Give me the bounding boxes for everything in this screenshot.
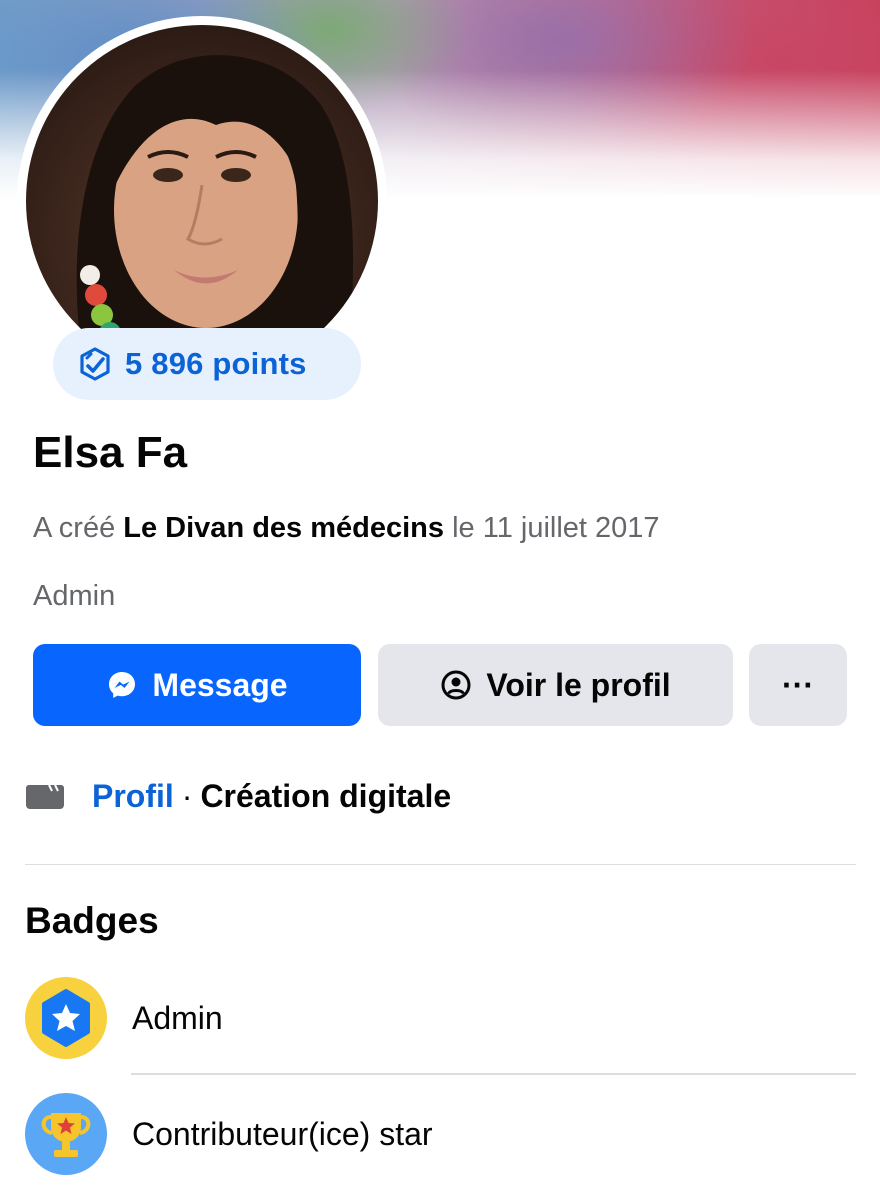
admin-star-badge-icon — [25, 977, 107, 1059]
badge-star-contributor-label: Contributeur(ice) star — [132, 1115, 433, 1152]
badge-star-contributor-row[interactable]: Contributeur(ice) star — [25, 1092, 856, 1176]
profile-link[interactable]: Profil — [92, 778, 174, 815]
message-button[interactable]: Message — [33, 644, 361, 726]
group-name-link[interactable]: Le Divan des médecins — [123, 512, 444, 544]
badges-heading: Badges — [25, 900, 159, 941]
member-role: Admin — [33, 580, 116, 612]
cover-edge — [390, 196, 880, 206]
page-flag-icon — [26, 784, 64, 809]
points-badge[interactable]: 5 896 points — [53, 328, 361, 400]
created-prefix: A créé — [33, 512, 116, 544]
created-group-line: A créé Le Divan des médecins le 11 juill… — [33, 512, 660, 545]
profile-name: Elsa Fa — [33, 428, 188, 477]
avatar[interactable] — [26, 25, 378, 377]
created-date: le 11 juillet 2017 — [452, 512, 660, 544]
more-dots-icon: ··· — [782, 666, 814, 703]
user-circle-icon — [441, 670, 471, 700]
profile-separator: · — [181, 777, 193, 814]
messenger-icon — [109, 672, 136, 698]
profile-category: Création digitale — [200, 777, 452, 814]
badge-admin-row[interactable]: Admin — [25, 976, 856, 1060]
badge-divider — [131, 1073, 856, 1075]
avatar-portrait — [76, 55, 354, 377]
badge-admin-label: Admin — [132, 999, 223, 1036]
view-profile-button[interactable]: Voir le profil — [378, 644, 733, 726]
view-profile-label: Voir le profil — [486, 666, 671, 703]
section-divider — [25, 864, 856, 865]
points-count: 5 896 points — [125, 346, 307, 381]
more-options-button[interactable]: ··· — [749, 644, 847, 726]
profile-info-line: Profil · Création digitale — [25, 772, 451, 820]
message-label: Message — [152, 666, 288, 703]
trophy-badge-icon — [25, 1093, 107, 1175]
points-icon — [80, 347, 110, 381]
